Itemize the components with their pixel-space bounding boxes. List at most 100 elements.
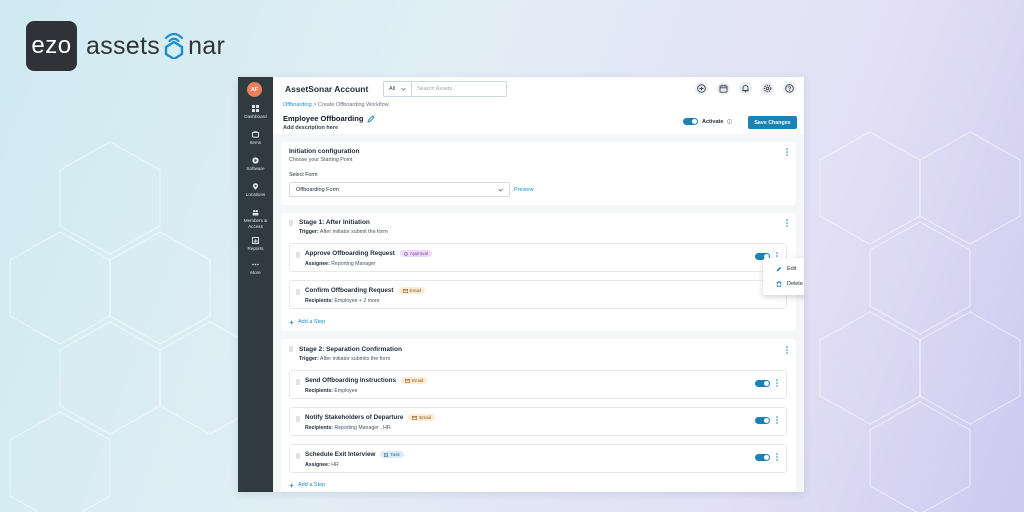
step-card[interactable]: Notify Stakeholders of Departure Email R…: [289, 407, 787, 436]
step-card[interactable]: Schedule Exit Interview Task Assignee: H…: [289, 444, 787, 473]
sidebar-item-dashboard[interactable]: Dashboard: [238, 105, 273, 120]
items-icon: [252, 131, 259, 138]
step-type-badge: Email: [408, 414, 435, 421]
drag-handle-icon[interactable]: [289, 220, 293, 226]
step-context-menu: Edit Delete: [763, 258, 804, 295]
badge-label: Email: [411, 378, 424, 383]
dashboard-icon: [252, 105, 259, 112]
trigger-text: After initiator submits the form: [319, 356, 391, 362]
activate-toggle[interactable]: [683, 118, 698, 125]
step-card[interactable]: Send Offboarding Instructions Email Reci…: [289, 370, 787, 399]
info-icon: [727, 119, 733, 124]
sidebar: AF Dashboard Items Software Locations Me…: [238, 77, 273, 492]
step-type-badge: Email: [400, 377, 428, 384]
bell-icon: [742, 84, 749, 93]
save-changes-button[interactable]: Save Changes: [748, 116, 797, 129]
badge-label: Task: [390, 452, 400, 457]
step-card[interactable]: Confirm Offboarding Request Email Recipi…: [289, 280, 787, 309]
sidebar-item-software[interactable]: Software: [238, 157, 273, 172]
sidebar-item-label: Software: [246, 166, 265, 171]
brand-name-suffix: nar: [188, 31, 226, 60]
stage-title: Stage 1: After Initiation: [299, 219, 370, 226]
step-sub-label: Assignee:: [305, 462, 330, 468]
step-toggle[interactable]: [755, 380, 770, 387]
pencil-icon: [776, 266, 782, 272]
add-button[interactable]: [695, 82, 708, 95]
avatar[interactable]: AF: [247, 82, 262, 97]
sonar-o-icon: [164, 32, 184, 59]
sidebar-item-items[interactable]: Items: [238, 131, 273, 146]
top-icons: [695, 82, 796, 95]
description-placeholder[interactable]: Add description here: [283, 125, 338, 131]
brand-logo: ezo assets nar: [26, 21, 225, 71]
more-icon: [252, 263, 259, 266]
menu-item-edit[interactable]: Edit: [776, 266, 796, 272]
step-sub-text: Employee: [334, 388, 358, 394]
step-subtitle: Recipients: Employee + 2 more: [305, 298, 380, 304]
step-card[interactable]: Approve Offboarding Request Approval Ass…: [289, 243, 787, 272]
sidebar-item-locations[interactable]: Locations: [238, 183, 273, 198]
page-title: Employee Offboarding: [283, 114, 376, 123]
drag-handle-icon[interactable]: [296, 379, 300, 385]
kebab-menu-icon[interactable]: [784, 148, 790, 156]
sidebar-item-label: Locations: [245, 192, 266, 197]
sidebar-item-members-access[interactable]: Members & Access: [238, 209, 273, 229]
account-name: AssetSonar Account: [285, 84, 369, 94]
drag-handle-icon[interactable]: [296, 416, 300, 422]
email-icon: [405, 378, 410, 383]
search-input[interactable]: [412, 82, 506, 96]
badge-label: Approval: [409, 251, 429, 256]
step-title-text: Approve Offboarding Request: [305, 250, 395, 257]
email-icon: [402, 288, 408, 293]
calendar-button[interactable]: [717, 82, 730, 95]
menu-item-delete[interactable]: Delete: [776, 281, 803, 287]
add-step-button[interactable]: Add a Step: [289, 482, 325, 488]
search-scope-select[interactable]: All: [384, 82, 412, 96]
help-icon: [785, 84, 794, 93]
drag-handle-icon[interactable]: [296, 252, 300, 258]
step-title: Notify Stakeholders of Departure Email: [305, 414, 435, 421]
help-button[interactable]: [783, 82, 796, 95]
step-toggle[interactable]: [755, 417, 770, 424]
location-pin-icon: [252, 183, 259, 190]
kebab-menu-icon[interactable]: [784, 346, 790, 354]
trigger-text: After initiator submit the form: [319, 229, 388, 235]
trigger-label: Trigger:: [299, 356, 319, 362]
sidebar-item-label: Reports: [247, 246, 264, 251]
kebab-menu-icon[interactable]: [784, 219, 790, 227]
task-icon: [384, 452, 389, 457]
sidebar-item-label: Members &: [243, 218, 268, 223]
sidebar-item-more[interactable]: More: [238, 261, 273, 276]
plus-icon: [289, 320, 294, 324]
page-title-text: Employee Offboarding: [283, 114, 364, 123]
preview-link[interactable]: Preview: [514, 187, 534, 193]
drag-handle-icon[interactable]: [289, 346, 293, 352]
step-toggle[interactable]: [755, 454, 770, 461]
step-subtitle: Recipients: Employee: [305, 388, 358, 394]
badge-label: Email: [419, 415, 431, 420]
breadcrumb-link[interactable]: Offboarding: [283, 102, 312, 108]
settings-button[interactable]: [761, 82, 774, 95]
step-sub-label: Recipients:: [305, 388, 333, 394]
sidebar-item-reports[interactable]: Reports: [238, 237, 273, 252]
step-title: Confirm Offboarding Request Email: [305, 287, 426, 294]
kebab-menu-icon[interactable]: [774, 416, 780, 424]
approval-icon: [404, 251, 408, 256]
menu-item-label: Edit: [787, 266, 797, 272]
drag-handle-icon[interactable]: [296, 289, 300, 295]
sidebar-item-label: Items: [249, 140, 262, 145]
drag-handle-icon[interactable]: [296, 453, 300, 459]
step-type-badge: Email: [398, 287, 426, 294]
kebab-menu-icon[interactable]: [774, 453, 780, 461]
step-sub-text: HR: [331, 462, 339, 468]
step-type-badge: Approval: [399, 250, 433, 257]
kebab-menu-icon[interactable]: [774, 379, 780, 387]
step-sub-text: Employee + 2 more: [334, 298, 380, 304]
pencil-icon[interactable]: [367, 114, 376, 123]
add-step-button[interactable]: Add a Step: [289, 319, 325, 325]
step-subtitle: Assignee: Reporting Manager: [305, 261, 376, 267]
select-form-dropdown[interactable]: Offboarding Form: [289, 182, 510, 197]
top-bar: AssetSonar Account All: [273, 77, 804, 100]
search-group: All: [383, 81, 507, 97]
notifications-button[interactable]: [739, 82, 752, 95]
